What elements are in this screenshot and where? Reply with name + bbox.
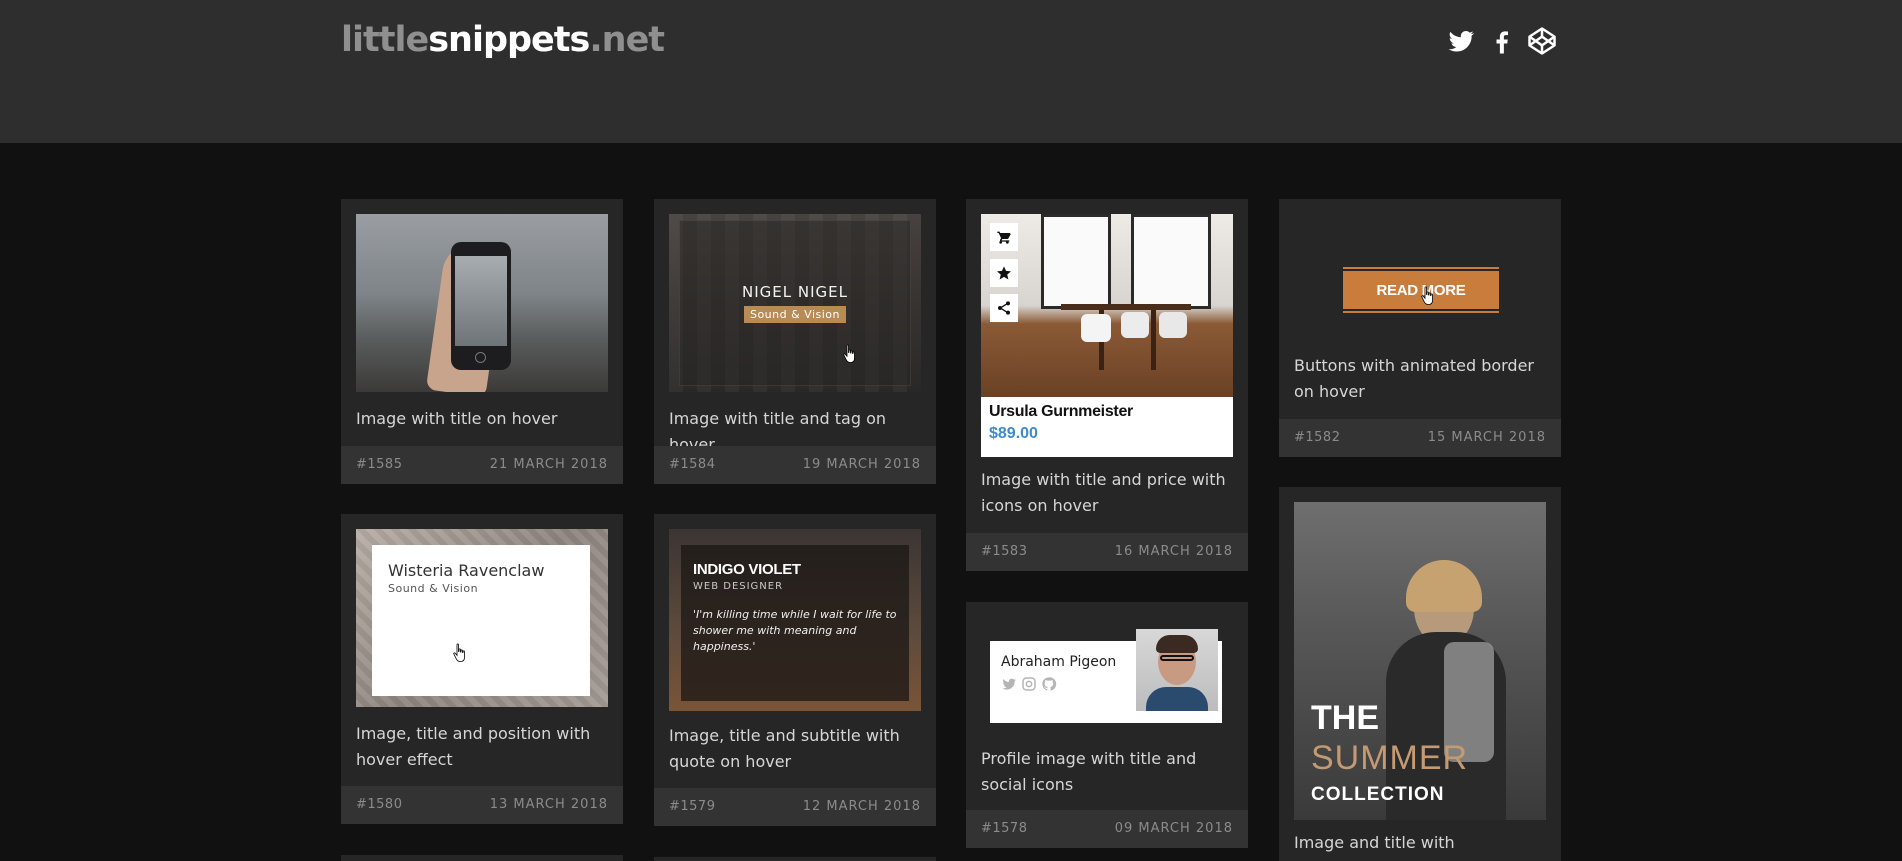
facebook-icon[interactable]: [1487, 26, 1517, 56]
product-name: Ursula Gurnmeister: [989, 403, 1133, 420]
snippet-thumbnail[interactable]: INDIGO VIOLET WEB DESIGNER 'I'm killing …: [669, 529, 921, 711]
snippet-card-partial[interactable]: [654, 857, 936, 861]
snippet-title[interactable]: Image, title and subtitle with quote on …: [669, 723, 921, 775]
snippet-footer: #1580 13 MARCH 2018: [341, 786, 623, 824]
snippet-footer: #1585 21 MARCH 2018: [341, 446, 623, 484]
overlay-quote: 'I'm killing time while I wait for life …: [693, 608, 897, 653]
snippet-title[interactable]: Buttons with animated border on hover: [1294, 353, 1546, 405]
snippet-title[interactable]: Image with title on hover: [356, 406, 608, 432]
snippet-footer: #1584 19 MARCH 2018: [654, 446, 936, 484]
snippet-id: #1585: [356, 457, 403, 472]
overlay-line-1: THE: [1311, 699, 1379, 737]
snippet-date: 15 MARCH 2018: [1427, 430, 1546, 445]
snippet-card[interactable]: THE SUMMER COLLECTION Image and title wi…: [1279, 487, 1561, 861]
snippet-thumbnail[interactable]: Wisteria Ravenclaw Sound & Vision: [356, 529, 608, 707]
snippet-footer: #1583 16 MARCH 2018: [966, 533, 1248, 571]
hand-cursor-icon: [1421, 286, 1433, 305]
twitter-icon[interactable]: [1001, 676, 1017, 692]
snippet-thumbnail[interactable]: [356, 214, 608, 392]
overlay-name: INDIGO VIOLET: [693, 561, 801, 578]
hand-cursor-icon: [453, 643, 465, 662]
snippet-id: #1580: [356, 797, 403, 812]
snippet-thumbnail[interactable]: NIGEL NIGEL Sound & Vision: [669, 214, 921, 392]
snippet-thumbnail[interactable]: [981, 214, 1233, 397]
snippet-card[interactable]: Ursula Gurnmeister $89.00 Image with tit…: [966, 199, 1248, 571]
overlay-name: Wisteria Ravenclaw: [388, 561, 545, 580]
snippet-card[interactable]: Image with title on hover #1585 21 MARCH…: [341, 199, 623, 484]
snippet-card[interactable]: Wisteria Ravenclaw Sound & Vision Image,…: [341, 514, 623, 824]
snippet-footer: #1578 09 MARCH 2018: [966, 810, 1248, 848]
snippet-title[interactable]: Image and title with scale/rotate: [1294, 830, 1546, 861]
snippet-card[interactable]: Abraham Pigeon Profile image with title …: [966, 602, 1248, 848]
snippet-card[interactable]: NIGEL NIGEL Sound & Vision Image with ti…: [654, 199, 936, 484]
snippet-date: 16 MARCH 2018: [1114, 544, 1233, 559]
overlay-role: WEB DESIGNER: [693, 581, 784, 592]
snippet-thumbnail[interactable]: READ MORE: [1294, 214, 1546, 364]
snippet-id: #1582: [1294, 430, 1341, 445]
instagram-icon[interactable]: [1021, 676, 1037, 692]
snippet-date: 19 MARCH 2018: [802, 457, 921, 472]
snippet-id: #1584: [669, 457, 716, 472]
snippet-date: 21 MARCH 2018: [489, 457, 608, 472]
overlay-panel: INDIGO VIOLET WEB DESIGNER 'I'm killing …: [681, 545, 909, 701]
snippet-title[interactable]: Profile image with title and social icon…: [981, 746, 1233, 798]
snippet-date: 13 MARCH 2018: [489, 797, 608, 812]
cart-icon[interactable]: [990, 223, 1018, 251]
snippet-date: 09 MARCH 2018: [1114, 821, 1233, 836]
codepen-icon[interactable]: [1527, 26, 1557, 56]
snippet-card[interactable]: INDIGO VIOLET WEB DESIGNER 'I'm killing …: [654, 514, 936, 826]
overlay-line-2: SUMMER: [1311, 739, 1469, 777]
snippet-thumbnail[interactable]: Abraham Pigeon: [981, 617, 1233, 753]
product-price: $89.00: [989, 425, 1038, 442]
snippet-id: #1583: [981, 544, 1028, 559]
avatar: [1136, 629, 1218, 711]
snippet-id: #1579: [669, 799, 716, 814]
hand-cursor-icon: [843, 344, 855, 363]
overlay-position: Sound & Vision: [388, 582, 479, 595]
snippet-card[interactable]: READ MORE Buttons with animated border o…: [1279, 199, 1561, 457]
snippet-title[interactable]: Image with title and price with icons on…: [981, 467, 1233, 519]
overlay-line-3: COLLECTION: [1311, 784, 1445, 805]
product-info: Ursula Gurnmeister $89.00: [981, 397, 1233, 457]
snippet-id: #1578: [981, 821, 1028, 836]
share-icon[interactable]: [990, 294, 1018, 322]
snippet-date: 12 MARCH 2018: [802, 799, 921, 814]
github-icon[interactable]: [1041, 676, 1057, 692]
snippet-thumbnail[interactable]: THE SUMMER COLLECTION: [1294, 502, 1546, 820]
snippet-card-partial[interactable]: [341, 855, 623, 861]
snippet-footer: #1582 15 MARCH 2018: [1279, 419, 1561, 457]
profile-name: Abraham Pigeon: [1001, 654, 1117, 670]
site-header: littlesnippets.net: [0, 0, 1902, 143]
overlay-tag: Sound & Vision: [744, 306, 846, 323]
phone-shape: [451, 242, 511, 370]
snippet-title[interactable]: Image, title and position with hover eff…: [356, 721, 608, 773]
twitter-icon[interactable]: [1446, 26, 1476, 56]
overlay-card: Wisteria Ravenclaw Sound & Vision: [372, 545, 590, 696]
overlay-title: NIGEL NIGEL: [742, 283, 848, 301]
site-logo[interactable]: littlesnippets.net: [341, 20, 665, 60]
snippet-footer: #1579 12 MARCH 2018: [654, 788, 936, 826]
star-icon[interactable]: [990, 259, 1018, 287]
